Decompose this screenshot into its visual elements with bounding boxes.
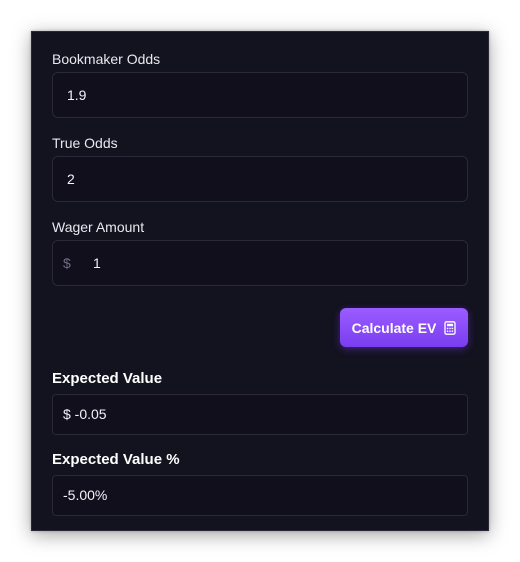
bookmaker-odds-input[interactable]: 1.9 [52,72,468,118]
expected-value-heading: Expected Value [52,370,163,387]
wager-amount-label: Wager Amount [52,219,145,235]
calculator-icon [444,320,457,335]
expected-value-percent-heading: Expected Value % [52,451,180,468]
true-odds-value: 2 [67,171,75,187]
calculate-ev-button[interactable]: Calculate EV [340,308,468,347]
wager-amount-value: 1 [93,255,101,271]
bookmaker-odds-label: Bookmaker Odds [52,51,161,67]
wager-amount-input[interactable]: $ 1 [52,240,468,286]
expected-value-percent-output: -5.00% [52,475,468,516]
expected-value-percent-amount: -5.00% [63,487,108,503]
true-odds-label: True Odds [52,135,118,151]
calculate-ev-label: Calculate EV [351,319,437,336]
currency-prefix: $ [63,255,71,271]
expected-value-amount: $ -0.05 [63,406,107,422]
expected-value-output: $ -0.05 [52,394,468,435]
bookmaker-odds-value: 1.9 [67,87,87,103]
ev-calculator-card: Bookmaker Odds 1.9 True Odds 2 Wager Amo… [31,31,489,531]
true-odds-input[interactable]: 2 [52,156,468,202]
